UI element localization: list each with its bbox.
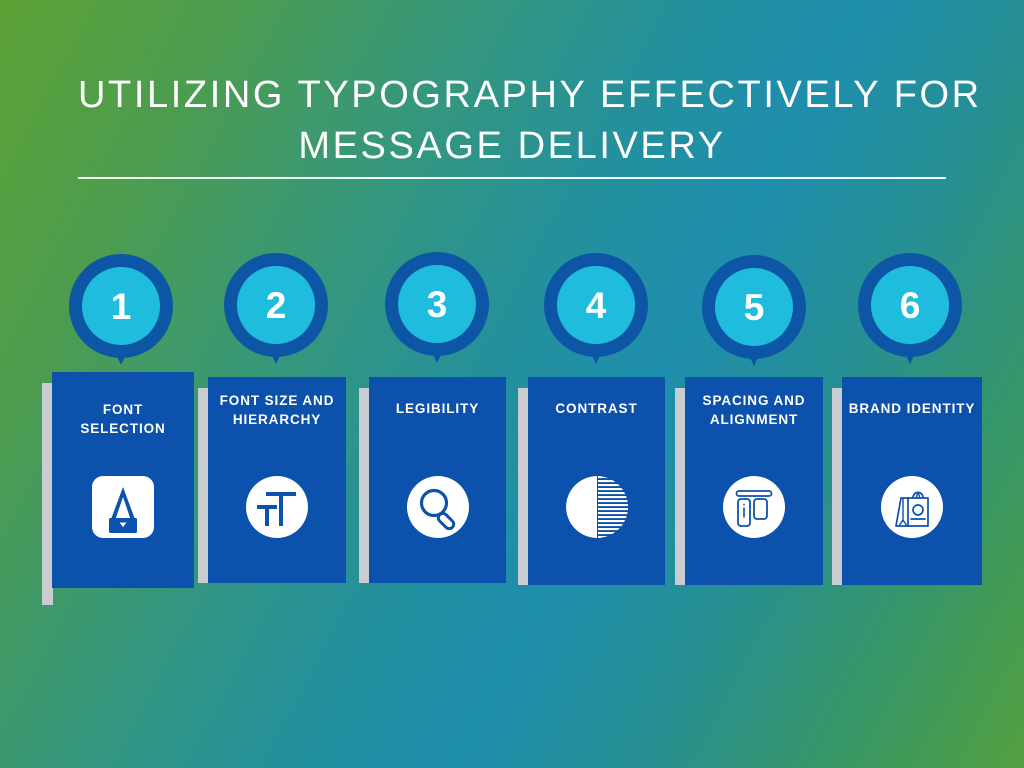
step-badge-4[interactable]: 4: [544, 253, 648, 364]
badge-number-6: 6: [899, 284, 921, 326]
step-badge-1[interactable]: 1: [69, 254, 173, 365]
badge-number-5: 5: [743, 286, 765, 328]
badge-number-3: 3: [426, 283, 448, 325]
badge-inner-6: 6: [871, 266, 949, 344]
step-card-5[interactable]: SPACING AND ALIGNMENT: [685, 377, 823, 585]
badge-number-2: 2: [265, 284, 287, 326]
infographic-slide: UTILIZING TYPOGRAPHY EFFECTIVELY FOR MES…: [0, 0, 1024, 768]
step-label-2: FONT SIZE AND HIERARCHY: [219, 393, 335, 427]
contrast-circle-icon: [562, 472, 632, 542]
magnifying-glass-icon: [403, 472, 473, 542]
badge-inner-4: 4: [557, 266, 635, 344]
title-divider: [78, 177, 946, 179]
title-line-2: MESSAGE DELIVERY: [298, 125, 726, 167]
step-label-3: LEGIBILITY: [395, 401, 480, 416]
badge-inner-3: 3: [398, 265, 476, 343]
step-badge-2[interactable]: 2: [224, 253, 328, 364]
step-badge-6[interactable]: 6: [858, 253, 962, 364]
step-label-5: SPACING AND ALIGNMENT: [702, 393, 806, 427]
step-card-2[interactable]: FONT SIZE AND HIERARCHY: [208, 377, 346, 583]
badge-inner-5: 5: [715, 268, 793, 346]
shopping-bag-icon: [877, 472, 947, 542]
badge-inner-1: 1: [82, 267, 160, 345]
step-card-6[interactable]: BRAND IDENTITY: [842, 377, 982, 585]
double-t-size-icon: [242, 472, 312, 542]
page-title: UTILIZING TYPOGRAPHY EFFECTIVELY FOR MES…: [78, 70, 982, 172]
step-label-1: FONT SELECTION: [80, 402, 166, 436]
step-label-4: CONTRAST: [555, 401, 638, 416]
alignment-bars-icon: [719, 472, 789, 542]
badge-number-1: 1: [110, 285, 132, 327]
step-badge-5[interactable]: 5: [702, 255, 806, 366]
step-card-1[interactable]: FONT SELECTION: [52, 372, 194, 588]
letter-a-selection-icon: [88, 472, 158, 542]
badge-inner-2: 2: [237, 266, 315, 344]
title-line-1: UTILIZING TYPOGRAPHY EFFECTIVELY FOR: [78, 74, 982, 116]
step-card-4[interactable]: CONTRAST: [528, 377, 665, 585]
step-label-6: BRAND IDENTITY: [848, 401, 976, 416]
badge-number-4: 4: [585, 284, 607, 326]
step-badge-3[interactable]: 3: [385, 252, 489, 363]
step-card-3[interactable]: LEGIBILITY: [369, 377, 506, 583]
